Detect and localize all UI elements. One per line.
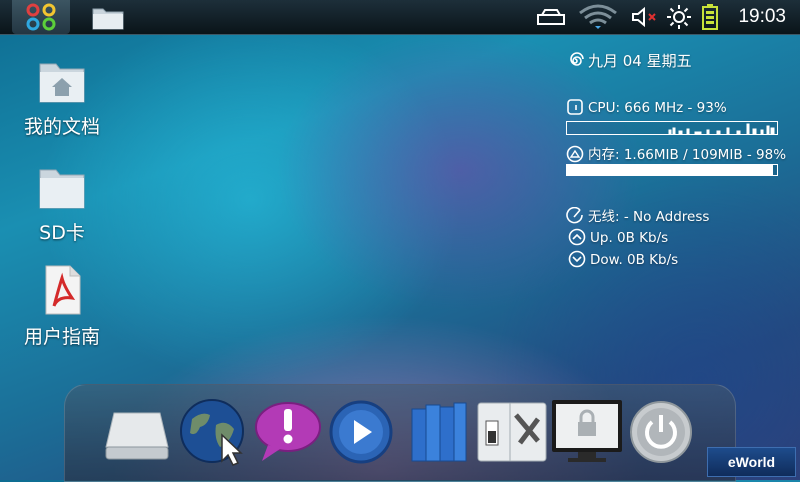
cpu-icon xyxy=(567,99,583,115)
clock[interactable]: 19:03 xyxy=(738,6,786,28)
wireless-icon xyxy=(566,206,583,224)
memory-readout: 内存: 1.66MIB / 109MIB - 98% xyxy=(566,143,786,163)
memory-text: 内存: 1.66MIB / 109MIB - 98% xyxy=(588,147,787,163)
media-play-icon xyxy=(329,400,393,464)
settings-tools-icon xyxy=(477,402,547,462)
app-menu-button[interactable] xyxy=(12,0,70,34)
dock-lock-screen-button[interactable] xyxy=(550,392,624,472)
desktop-icon-label: 用户指南 xyxy=(23,326,100,348)
download-readout: Dow. 0B Kb/s xyxy=(568,250,678,268)
usb-drive-icon[interactable] xyxy=(536,4,566,30)
desktop-icon-label: SD卡 xyxy=(39,222,85,244)
dock-power-button[interactable] xyxy=(624,392,698,472)
dock-drive-button[interactable] xyxy=(100,392,174,472)
folder-icon xyxy=(92,8,124,30)
dock-media-player-button[interactable] xyxy=(324,392,398,472)
folder-button[interactable] xyxy=(86,0,130,34)
upload-readout: Up. 0B Kb/s xyxy=(568,228,668,246)
power-icon xyxy=(630,401,692,463)
cpu-graph xyxy=(566,121,778,135)
folder-icon xyxy=(36,160,88,212)
alert-chat-icon xyxy=(255,402,321,461)
date-text: 九月 04 星期五 xyxy=(588,52,692,70)
memory-bar-fill xyxy=(567,165,773,175)
dock-browser-button[interactable] xyxy=(176,392,250,472)
swirl-icon xyxy=(570,52,584,66)
lock-screen-icon xyxy=(552,400,622,462)
pdf-file-icon xyxy=(36,264,88,316)
drive-icon xyxy=(105,412,169,460)
wireless-text: 无线: - No Address xyxy=(588,209,710,225)
status-bar: 19:03 xyxy=(0,0,800,35)
home-folder-icon xyxy=(36,54,88,106)
app-menu-icon xyxy=(26,3,56,31)
brightness-icon[interactable] xyxy=(666,4,692,30)
desktop-icon-user-guide[interactable]: 用户指南 xyxy=(14,264,110,349)
brand-logo: eWorld xyxy=(707,447,796,477)
desktop-icon-my-documents[interactable]: 我的文档 xyxy=(14,54,110,139)
books-icon xyxy=(411,402,467,462)
wifi-icon[interactable] xyxy=(576,4,620,30)
upload-icon xyxy=(568,228,586,246)
cpu-readout: CPU: 666 MHz - 93% xyxy=(566,98,727,116)
wireless-readout: 无线: - No Address xyxy=(566,205,709,225)
desktop-icon-label: 我的文档 xyxy=(23,116,100,138)
memory-bar xyxy=(566,164,778,176)
dock-messages-button[interactable] xyxy=(250,392,324,472)
volume-muted-icon[interactable] xyxy=(630,4,660,30)
desktop-icon-sd-card[interactable]: SD卡 xyxy=(14,160,110,245)
download-icon xyxy=(568,250,586,268)
date-readout: 九月 04 星期五 xyxy=(566,50,692,71)
memory-icon xyxy=(566,145,584,163)
upload-text: Up. 0B Kb/s xyxy=(590,230,669,246)
cpu-text: CPU: 666 MHz - 93% xyxy=(588,100,727,116)
battery-icon[interactable] xyxy=(700,4,720,30)
dock-settings-button[interactable] xyxy=(476,392,550,472)
download-text: Dow. 0B Kb/s xyxy=(590,252,679,268)
dock-ebook-button[interactable] xyxy=(400,392,474,472)
browser-globe-icon xyxy=(180,399,244,466)
